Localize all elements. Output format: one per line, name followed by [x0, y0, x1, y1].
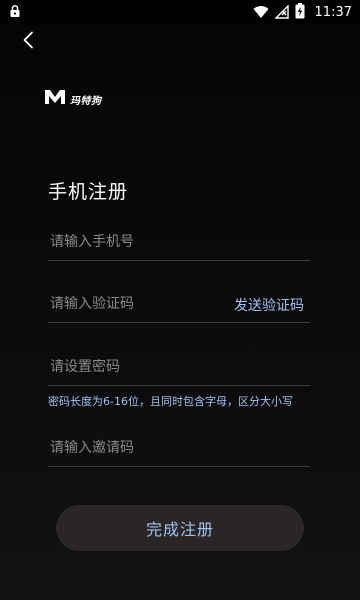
page-title: 手机注册 [48, 181, 129, 203]
code-field: 发送验证码 [48, 286, 310, 323]
brand-mark-icon [44, 88, 66, 110]
status-left [9, 3, 21, 22]
phone-field [48, 224, 310, 261]
password-hint: 密码长度为6-16位，且同时包含字母，区分大小写 [48, 395, 293, 408]
signal-icon [273, 3, 289, 23]
back-button[interactable] [14, 28, 42, 56]
status-time: 11:37 [314, 5, 352, 20]
password-field [48, 349, 310, 386]
status-bar: 11:37 [0, 0, 360, 24]
invite-code-input[interactable] [48, 430, 310, 466]
status-right: 11:37 [253, 3, 352, 23]
chevron-left-icon [21, 31, 35, 53]
brand-name: 玛特狗 [70, 95, 102, 107]
lock-icon [9, 3, 21, 22]
registration-screen: 11:37 玛特狗 手机注册 发送验证码 密码长度为6-16位，且同时包含字母，… [0, 0, 360, 600]
password-input[interactable] [48, 349, 310, 385]
battery-charging-icon [295, 3, 305, 23]
submit-button[interactable]: 完成注册 [56, 505, 304, 551]
submit-label: 完成注册 [145, 520, 214, 539]
send-code-button[interactable]: 发送验证码 [234, 295, 304, 315]
brand-logo: 玛特狗 [44, 88, 102, 110]
code-input[interactable] [48, 286, 218, 322]
phone-input[interactable] [48, 224, 310, 260]
wifi-icon [253, 4, 269, 23]
invite-field [48, 430, 310, 467]
